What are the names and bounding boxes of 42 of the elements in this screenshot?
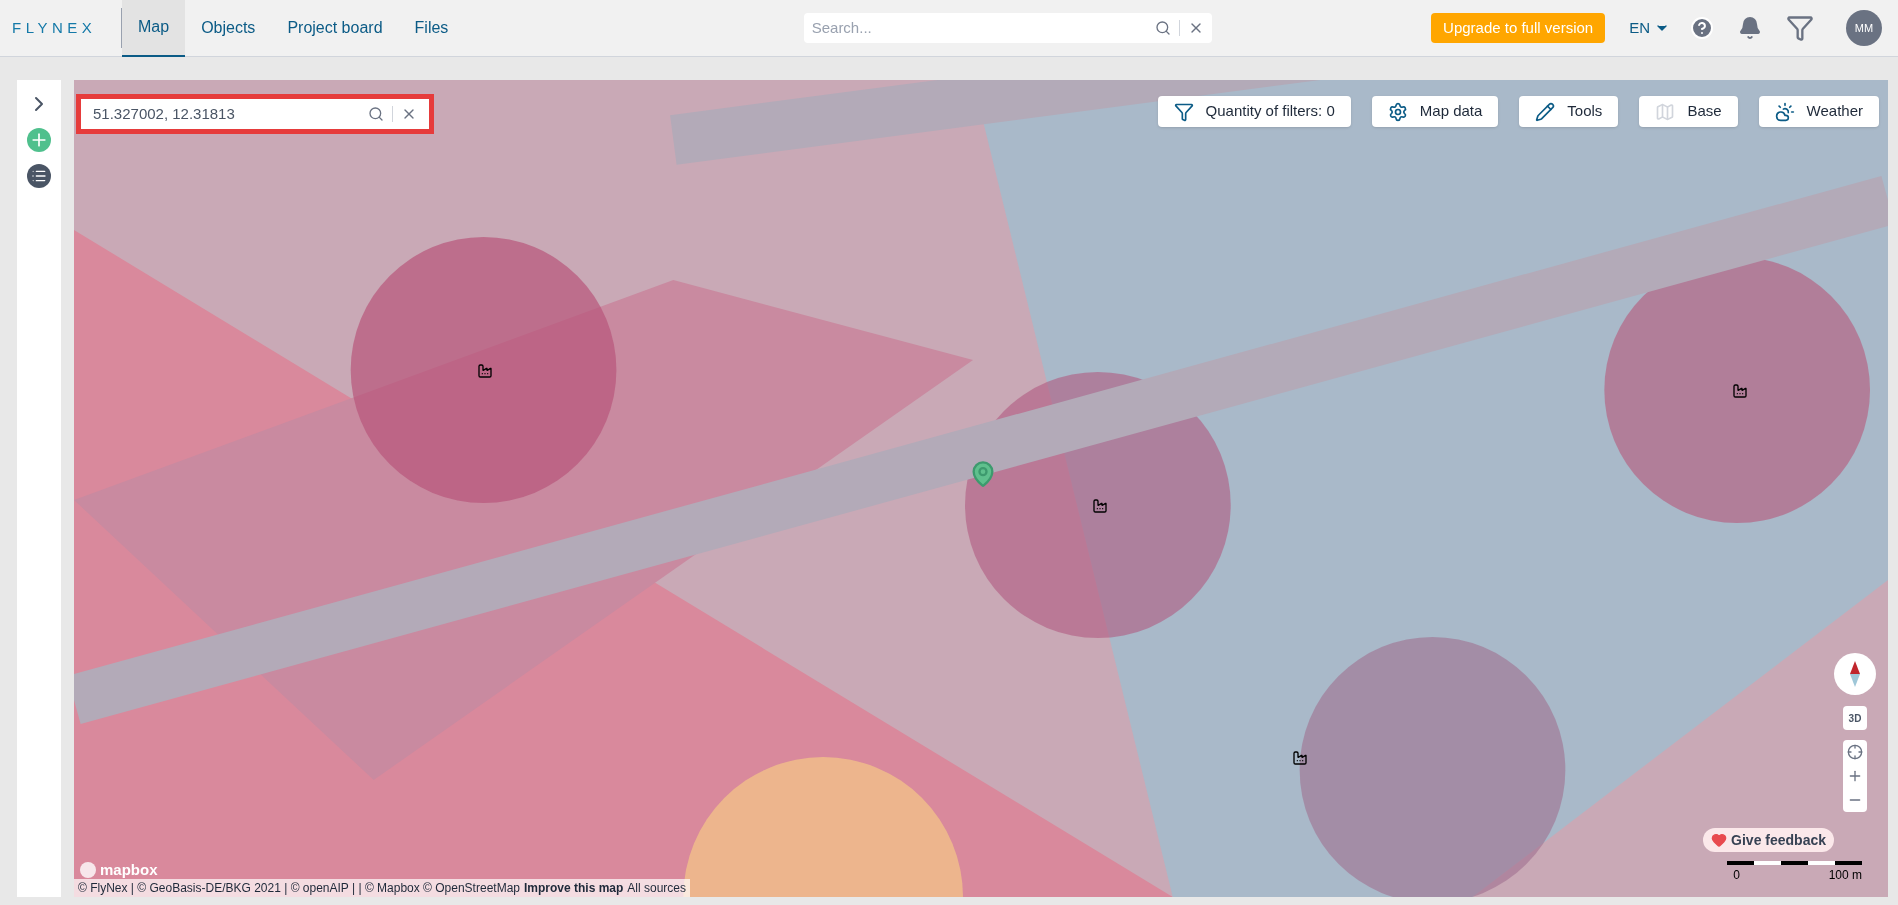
nav-tab[interactable]: Map (122, 0, 186, 57)
pencil-icon (1535, 101, 1556, 122)
factory-icon (477, 363, 493, 379)
search-icon[interactable] (1154, 20, 1171, 36)
scale-label: 100 m (1828, 867, 1862, 884)
filter-icon[interactable] (1786, 14, 1814, 42)
coordinate-search-bar[interactable]: 51.327002, 12.31813 (76, 94, 434, 134)
map-toolbar-button[interactable]: Map data (1371, 96, 1499, 127)
locate-icon[interactable] (1847, 744, 1863, 760)
help-icon[interactable] (1690, 16, 1714, 40)
search-bar[interactable]: Search... (803, 13, 1212, 43)
sources-link[interactable]: All sources (627, 879, 687, 897)
3d-button[interactable]: 3D (1843, 706, 1867, 730)
factory-icon (1092, 498, 1108, 514)
list-icon[interactable] (27, 164, 51, 188)
search-icon[interactable] (368, 106, 384, 122)
weather-icon (1774, 101, 1795, 122)
map-toolbar-button[interactable]: Quantity of filters: 0 (1157, 96, 1351, 127)
map-toolbar-button[interactable]: Tools (1519, 96, 1619, 127)
map-toolbar-button[interactable]: Base (1639, 96, 1738, 127)
logo[interactable]: FLYNEX (0, 16, 121, 40)
zoom-in-icon[interactable] (1847, 768, 1863, 784)
mapbox-wordmark: mapbox (100, 860, 158, 880)
language-selector[interactable]: EN (1629, 16, 1670, 40)
filter-icon (1173, 101, 1194, 122)
feedback-button[interactable]: Give feedback (1703, 828, 1834, 852)
coordinate-search-field[interactable]: 51.327002, 12.31813 (93, 102, 360, 126)
improve-map-link[interactable]: Improve this map (524, 879, 624, 897)
search-field[interactable]: Search... (811, 16, 1147, 40)
user-avatar[interactable]: MM (1846, 10, 1882, 46)
scale-label: 0 (1733, 867, 1740, 884)
attribution-text: © FlyNex | © GeoBasis-DE/BKG 2021 | © openAIP | | © Mapbox © OpenStreetMap (78, 880, 520, 897)
factory-icon (1292, 750, 1308, 766)
gear-icon (1387, 101, 1408, 122)
nav-tab[interactable]: Objects (185, 0, 272, 57)
nav-tab[interactable]: Files (398, 0, 465, 57)
nav-tab[interactable]: Project board (271, 0, 399, 57)
factory-icon (1732, 383, 1748, 399)
bell-icon[interactable] (1738, 16, 1762, 40)
map-icon (1655, 101, 1676, 122)
heart-icon (1711, 832, 1728, 848)
map-toolbar-button[interactable]: Weather (1758, 96, 1879, 127)
